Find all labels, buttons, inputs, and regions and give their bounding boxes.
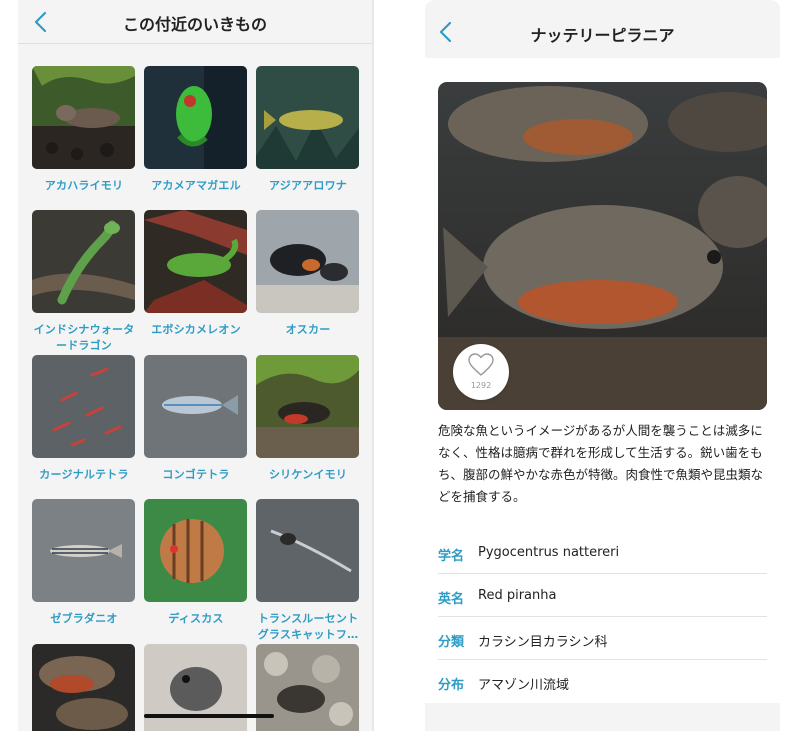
- info-key: 英名: [438, 592, 465, 607]
- info-value: カラシン目カラシン科: [478, 635, 608, 650]
- info-key: 分類: [438, 635, 465, 650]
- bottom-band: [425, 703, 780, 731]
- creature-photo: [256, 210, 359, 313]
- creature-photo: [144, 66, 247, 169]
- creature-tile[interactable]: エボシカメレオン: [144, 210, 248, 338]
- creature-photo: [144, 355, 247, 458]
- like-count: 1292: [470, 381, 492, 390]
- page-title: ナッテリーピラニア: [530, 26, 675, 45]
- creature-tile[interactable]: トランスルーセントグラスキャットフ…: [256, 499, 360, 643]
- nav-bar: ナッテリーピラニア: [425, 0, 780, 58]
- creature-tile[interactable]: カージナルテトラ: [32, 355, 136, 483]
- creature-tile[interactable]: インドシナウォータードラゴン: [32, 210, 136, 354]
- creature-photo: [32, 210, 135, 313]
- screen-divider: [372, 0, 374, 731]
- creature-tile[interactable]: アカメアマガエル: [144, 66, 248, 194]
- creature-name: オスカー: [285, 323, 331, 336]
- creature-description: 危険な魚というイメージがあるが人間を襲うことは滅多になく、性格は臆病で群れを形成…: [438, 423, 764, 504]
- creature-tile[interactable]: ゼブラダニオ: [32, 499, 136, 627]
- creature-tile[interactable]: シリケンイモリ: [256, 355, 360, 483]
- like-button[interactable]: 1292: [453, 344, 509, 400]
- creature-name: シリケンイモリ: [268, 468, 348, 481]
- creature-photo: [256, 66, 359, 169]
- creature-detail-screen: ナッテリーピラニア 1292 危険な魚というイメージがあるが人間を襲うことは滅多…: [425, 0, 780, 731]
- creature-name: ディスカス: [168, 612, 224, 625]
- creature-tile[interactable]: アカハライモリ: [32, 66, 136, 194]
- creature-photo: [144, 210, 247, 313]
- info-row-distribution: 分布 アマゾン川流域: [425, 660, 780, 703]
- creature-tile[interactable]: [32, 644, 136, 731]
- creature-tile[interactable]: アジアアロワナ: [256, 66, 360, 194]
- creature-name: トランスルーセントグラスキャットフ…: [257, 612, 359, 641]
- home-indicator: [144, 714, 274, 718]
- nav-divider: [18, 43, 372, 44]
- detail-card: 1292 危険な魚というイメージがあるが人間を襲うことは滅多になく、性格は臆病で…: [425, 58, 780, 528]
- heart-icon: [468, 353, 494, 376]
- info-value: アマゾン川流域: [478, 678, 570, 693]
- creature-name: エボシカメレオン: [151, 323, 241, 336]
- creature-tile[interactable]: ディスカス: [144, 499, 248, 627]
- creature-name: インドシナウォータードラゴン: [33, 323, 135, 352]
- creature-photo: [256, 499, 359, 602]
- info-value: Pygocentrus nattereri: [478, 545, 620, 560]
- creature-name: カージナルテトラ: [39, 468, 129, 481]
- info-value: Red piranha: [478, 588, 557, 603]
- creature-name: ゼブラダニオ: [50, 612, 118, 625]
- info-row-classification: 分類 カラシン目カラシン科: [425, 617, 780, 660]
- info-row-scientific-name: 学名 Pygocentrus nattereri: [425, 531, 780, 574]
- creature-photo: [32, 644, 135, 731]
- creature-photo: [32, 355, 135, 458]
- creature-photo: [32, 66, 135, 169]
- info-key: 分布: [438, 678, 465, 693]
- creature-tile[interactable]: コンゴテトラ: [144, 355, 248, 483]
- creature-hero-photo: 1292: [438, 82, 767, 410]
- info-row-english-name: 英名 Red piranha: [425, 574, 780, 617]
- creature-photo: [256, 355, 359, 458]
- creature-name: アカメアマガエル: [151, 179, 241, 192]
- nav-bar: この付近のいきもの: [18, 0, 372, 44]
- page-title: この付近のいきもの: [122, 15, 267, 34]
- creature-name: アジアアロワナ: [269, 179, 347, 192]
- creature-name: コンゴテトラ: [162, 468, 230, 481]
- info-table: 学名 Pygocentrus nattereri 英名 Red piranha …: [425, 528, 780, 703]
- info-key: 学名: [438, 549, 465, 564]
- nearby-creatures-screen: この付近のいきもの アカハライモリ アカメアマガエル アジアアロワナ インドシナ…: [18, 0, 372, 731]
- creature-photo: [144, 499, 247, 602]
- creature-name: アカハライモリ: [44, 179, 124, 192]
- creature-photo: [32, 499, 135, 602]
- creature-tile[interactable]: オスカー: [256, 210, 360, 338]
